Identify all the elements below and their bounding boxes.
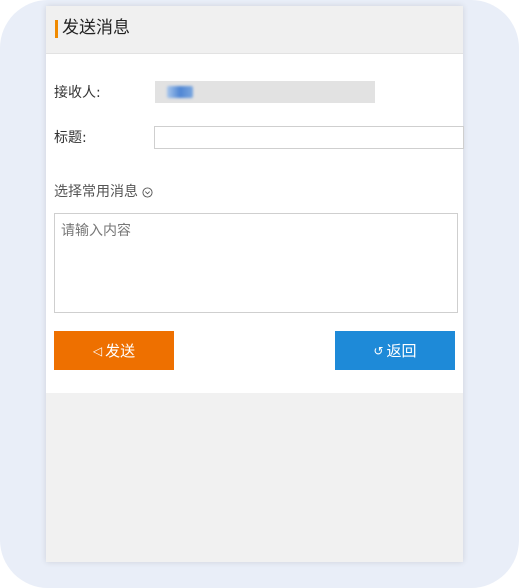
message-content-textarea[interactable] bbox=[54, 213, 458, 313]
send-button[interactable]: ◁ 发送 bbox=[54, 331, 174, 370]
send-icon: ◁ bbox=[92, 343, 103, 358]
back-button[interactable]: ↺ 返回 bbox=[335, 331, 455, 370]
receiver-field bbox=[155, 81, 375, 103]
common-message-label: 选择常用消息 bbox=[54, 184, 138, 200]
common-message-selector[interactable]: 选择常用消息 bbox=[54, 182, 153, 202]
page-header: 发送消息 bbox=[46, 6, 463, 54]
chevron-down-circle-icon bbox=[142, 186, 153, 198]
send-message-panel: 发送消息 接收人: 标题: 选择常用消息 ◁ 发送 ↺ bbox=[46, 6, 464, 562]
back-button-label: 返回 bbox=[386, 342, 417, 360]
receiver-label: 接收人: bbox=[54, 85, 101, 101]
title-label: 标题: bbox=[54, 130, 87, 146]
app-frame: 发送消息 接收人: 标题: 选择常用消息 ◁ 发送 ↺ bbox=[0, 0, 519, 588]
header-accent-bar bbox=[55, 20, 58, 38]
page-title: 发送消息 bbox=[62, 18, 130, 38]
return-icon: ↺ bbox=[373, 343, 384, 358]
title-input[interactable] bbox=[154, 126, 464, 149]
receiver-redacted-value bbox=[167, 86, 193, 98]
send-button-label: 发送 bbox=[105, 342, 136, 360]
message-form: 接收人: 标题: 选择常用消息 ◁ 发送 ↺ 返回 bbox=[46, 54, 464, 393]
